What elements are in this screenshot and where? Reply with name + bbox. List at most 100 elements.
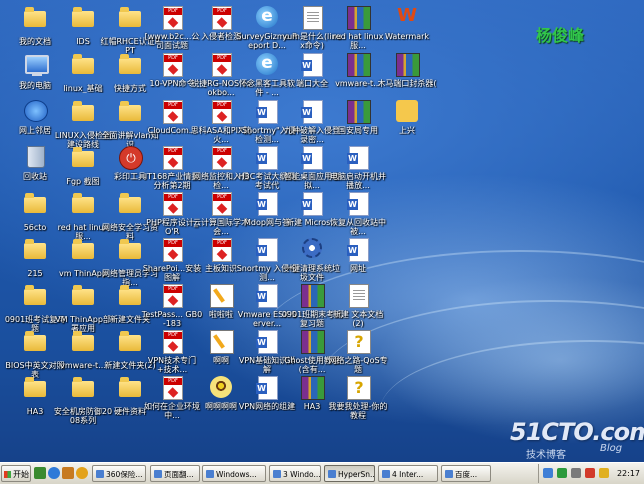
folder-icon [118,239,142,267]
pdf-icon [209,238,233,262]
taskbar-button[interactable]: 3 Windo... [269,465,321,482]
pdf-icon [160,330,184,354]
pdf-icon [160,100,184,124]
word-icon [255,376,279,400]
desktop-icon-label: 新建 文本文档 (2) [332,310,384,328]
folder-icon [118,377,142,405]
power-icon [118,146,143,170]
tray-volume-icon[interactable] [571,468,581,478]
folder-icon [71,147,95,175]
folder-icon [23,331,47,359]
pdf-icon [209,6,233,30]
desktop-icon[interactable]: 上兴 [376,100,438,150]
folder-icon [71,7,95,35]
tray-network-icon[interactable] [543,468,553,478]
gear-icon [300,238,324,262]
rar-icon [346,100,371,124]
quick-launch-ie-icon[interactable] [48,467,60,479]
watermark-51cto: 51CTO.com [510,418,644,446]
folder-icon [23,285,47,313]
folder-icon [118,285,142,313]
rar-icon [300,376,325,400]
folder-icon [71,239,95,267]
word-icon [255,100,279,124]
word-icon [346,192,370,216]
paint-icon [209,330,234,354]
folder-icon [118,7,142,35]
quick-launch-desktop-icon[interactable] [62,467,74,479]
folder-icon [118,331,142,359]
clock[interactable]: 22:17 [617,464,640,483]
folder-icon [71,285,95,313]
pdf-icon [209,192,233,216]
desktop-icon-label: 电脑启动开机并播放... [330,172,386,190]
folder-icon [23,7,47,35]
desktop-icon[interactable]: 新建 文本文档 (2) [327,284,389,334]
word-icon [346,238,370,262]
internet-explorer-icon [255,6,279,30]
desktop-icon[interactable]: 电脑启动开机并播放... [327,146,389,196]
desktop-icon[interactable]: 木马端口封杀器( [376,53,438,103]
watermark-app-icon: W [397,5,417,26]
folder-icon [71,101,95,129]
taskbar-button[interactable]: Windows... [202,465,266,482]
taskbar-button[interactable]: HyperSn... [324,465,375,482]
rar-icon [346,6,371,30]
desktop-icon[interactable]: 网络之路-QoS专题 [327,330,389,380]
tray-shield-icon[interactable] [557,468,567,478]
taskbar-button[interactable]: 360保险... [92,465,146,482]
start-label: 开始 [13,470,29,479]
watermark-subtitle: 技术博客 [526,450,566,461]
pdf-icon [160,6,184,30]
taskbar-button[interactable]: 4 Inter... [378,465,438,482]
folder-icon [118,54,142,82]
rar-icon [346,53,371,77]
pdf-icon [160,284,184,308]
quick-launch-media-icon[interactable] [76,467,88,479]
flower-icon [209,376,233,400]
tray-ime-icon[interactable] [599,468,609,478]
desktop-icon[interactable]: 恢复从回收站中被... [327,192,389,242]
folder-icon [71,331,95,359]
desktop-icon[interactable]: 网址 [327,238,389,288]
pdf-icon [160,192,184,216]
desktop-icon-label: 网址 [350,264,366,273]
pdf-icon [209,146,233,170]
pdf-icon [160,376,184,400]
desktop-icon-label: 网络之路-QoS专题 [328,356,388,374]
rar-icon [395,53,420,77]
folder-icon [118,101,142,129]
taskbar: 开始 360保险... 页面翻... Windows... 3 Windo... Hyp… [0,462,644,484]
taskbar-button[interactable]: 页面翻... [150,465,200,482]
word-icon [255,146,279,170]
start-button[interactable]: 开始 [1,465,31,482]
pdf-icon [209,100,233,124]
pdf-icon [209,53,233,77]
desktop-icon-label: 我要我处理-你的教程 [328,402,388,420]
desktop[interactable]: 我的文档 我的电脑 网上邻居 回收站 56cto 215 0901班考试复习题 BIOS中英文… [0,0,644,462]
desktop-icon[interactable]: 我要我处理-你的教程 [327,376,389,426]
paint-icon [209,284,234,308]
folder-icon [23,193,47,221]
quick-launch-browser-icon[interactable] [34,467,46,479]
windows-logo-icon [4,471,11,478]
recycle-bin-icon [23,146,47,170]
help-icon [346,330,371,354]
desktop-icon[interactable]: W Watermark [376,6,438,56]
pdf-icon [160,53,184,77]
pdf-icon [160,238,184,262]
word-icon [300,192,324,216]
network-icon [23,100,48,124]
rar-icon [300,330,325,354]
desktop-icon-label: 木马端口封杀器( [377,79,437,88]
watermark-blog: Blog [600,443,623,454]
tray-antivirus-icon[interactable] [585,468,595,478]
desktop-icon-label: Watermark [384,32,430,41]
word-icon [300,100,324,124]
document-icon [346,284,370,308]
word-icon [255,330,279,354]
word-icon [255,238,279,262]
desktop-icon-label: 上兴 [399,126,415,135]
help-icon [346,376,371,400]
taskbar-button[interactable]: 百度... [441,465,491,482]
